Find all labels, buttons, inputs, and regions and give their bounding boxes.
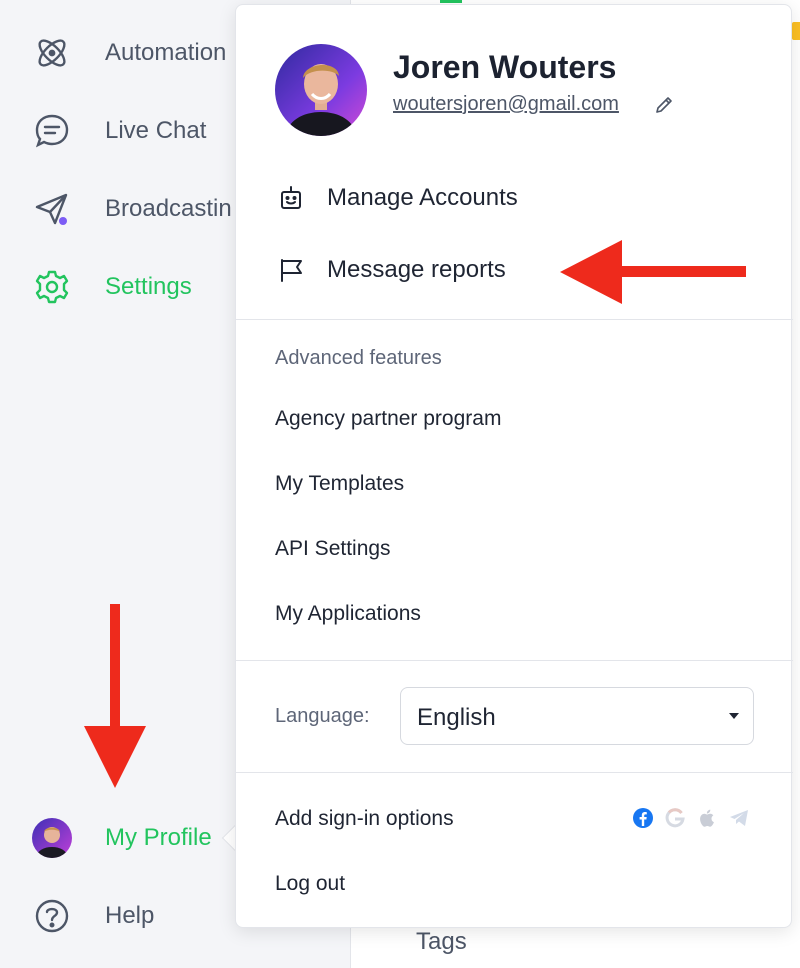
my-templates-item[interactable]: My Templates	[275, 472, 404, 496]
language-select[interactable]: English	[400, 687, 754, 745]
caret-down-icon	[729, 713, 739, 719]
user-name: Joren Wouters	[393, 49, 617, 85]
log-out-item[interactable]: Log out	[275, 872, 345, 896]
profile-popover: Joren Wouters woutersjoren@gmail.com Man…	[235, 4, 793, 928]
facebook-icon	[632, 807, 654, 829]
sidebar-item-label: Broadcastin	[105, 195, 232, 222]
tags-heading[interactable]: Tags	[416, 928, 467, 956]
gear-icon	[32, 267, 72, 307]
sidebar-item-label: My Profile	[105, 824, 212, 851]
agency-partner-program-item[interactable]: Agency partner program	[275, 407, 501, 431]
avatar[interactable]	[32, 818, 72, 858]
divider	[236, 772, 793, 773]
add-sign-in-options-item[interactable]: Add sign-in options	[275, 807, 454, 831]
robot-icon	[276, 183, 306, 213]
api-settings-item[interactable]: API Settings	[275, 537, 391, 561]
menu-item-label: Message reports	[327, 256, 506, 283]
flag-icon	[276, 255, 306, 285]
sidebar-item-label: Settings	[105, 273, 192, 300]
sidebar-item-label: Live Chat	[105, 117, 207, 144]
pencil-icon[interactable]	[653, 94, 675, 116]
my-applications-item[interactable]: My Applications	[275, 602, 421, 626]
active-tab-indicator	[440, 0, 462, 3]
sidebar-item-label: Help	[105, 902, 155, 929]
google-icon	[664, 807, 686, 829]
divider	[236, 660, 793, 661]
chat-bubble-icon	[32, 111, 72, 151]
apple-icon	[696, 807, 718, 829]
menu-item-label: Manage Accounts	[327, 184, 518, 211]
telegram-icon	[728, 807, 750, 829]
status-marker	[792, 22, 800, 40]
advanced-features-heading: Advanced features	[275, 347, 442, 369]
annotation-arrow-down	[84, 604, 146, 788]
help-circle-icon	[32, 896, 72, 936]
user-email[interactable]: woutersjoren@gmail.com	[393, 93, 619, 116]
manage-accounts-item[interactable]: Manage Accounts	[236, 172, 793, 224]
avatar	[275, 44, 367, 136]
language-value: English	[417, 704, 496, 731]
language-label: Language:	[275, 705, 370, 727]
atom-icon	[32, 33, 72, 73]
divider	[236, 319, 793, 320]
sidebar-item-label: Automation	[105, 39, 227, 66]
annotation-arrow-left	[560, 240, 746, 304]
paper-plane-icon	[32, 189, 72, 229]
